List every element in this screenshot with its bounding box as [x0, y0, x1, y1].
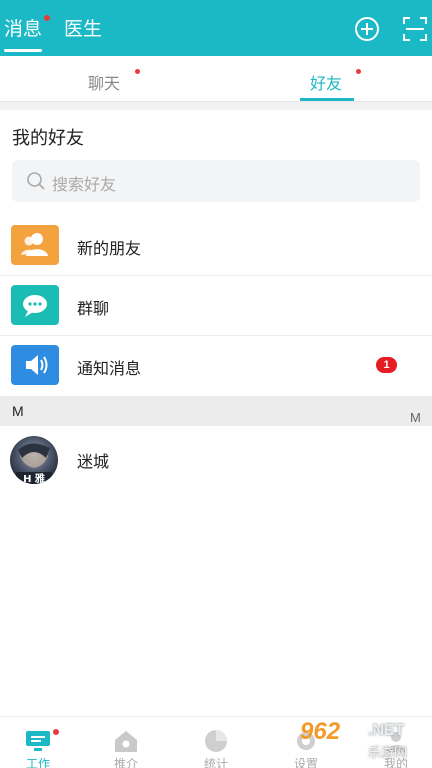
watermark-logo: 962 .NET 乐游网 — [292, 718, 428, 764]
tab-friends[interactable]: 好友 — [310, 70, 342, 94]
group-header: M — [0, 396, 432, 426]
avatar: H 雅 — [10, 436, 58, 484]
active-subtab-indicator — [300, 98, 354, 101]
work-unread-dot — [53, 729, 59, 735]
search-input[interactable]: 搜索好友 — [12, 160, 420, 202]
list-item-notifications[interactable]: 通知消息 1 — [0, 336, 432, 396]
tab-messages[interactable]: 消息 — [4, 14, 42, 41]
notification-badge: 1 — [376, 357, 397, 373]
tab-doctors[interactable]: 医生 — [64, 14, 102, 41]
search-placeholder: 搜索好友 — [52, 177, 117, 194]
nav-item-stats[interactable]: 统计 — [186, 723, 246, 768]
friends-unread-dot — [356, 69, 361, 74]
contact-name: 迷城 — [77, 454, 110, 471]
search-icon — [27, 172, 45, 190]
tab-chat[interactable]: 聊天 — [88, 70, 120, 94]
watermark-domain: .NET — [368, 722, 405, 739]
page-title: 我的好友 — [12, 128, 84, 148]
nav-label-work: 工作 — [25, 757, 50, 768]
list-item-new-friends[interactable]: 新的朋友 — [0, 216, 432, 276]
nav-item-work[interactable]: 工作 — [8, 723, 68, 768]
group-chat-icon — [11, 285, 59, 325]
chat-unread-dot — [135, 69, 140, 74]
svg-text:H 雅: H 雅 — [23, 472, 45, 484]
group-letter: M — [12, 403, 24, 419]
divider — [0, 102, 432, 110]
add-circle-icon[interactable] — [354, 16, 380, 42]
nav-label-stats: 统计 — [203, 757, 228, 768]
scan-icon[interactable] — [402, 16, 428, 42]
nav-label-recommend: 推介 — [113, 757, 138, 768]
notification-speaker-icon — [11, 345, 59, 385]
sub-tabs: 聊天 好友 — [0, 56, 432, 102]
work-icon — [26, 731, 50, 751]
new-friends-label: 新的朋友 — [77, 241, 142, 258]
active-tab-indicator — [4, 49, 42, 52]
notifications-label: 通知消息 — [77, 361, 142, 378]
contact-item[interactable]: H 雅 迷城 — [0, 432, 432, 484]
watermark-site: 乐游网 — [368, 745, 408, 760]
top-header: 消息 医生 — [0, 0, 432, 56]
new-friends-icon — [11, 225, 59, 265]
watermark-brand: 962 — [300, 718, 341, 745]
nav-item-recommend[interactable]: 推介 — [96, 723, 156, 768]
stats-pie-icon — [205, 730, 227, 752]
group-chat-label: 群聊 — [77, 301, 110, 318]
list-item-group-chat[interactable]: 群聊 — [0, 276, 432, 336]
alphabet-index-letter[interactable]: M — [410, 410, 421, 425]
home-icon — [115, 731, 137, 752]
messages-unread-dot — [44, 15, 50, 21]
